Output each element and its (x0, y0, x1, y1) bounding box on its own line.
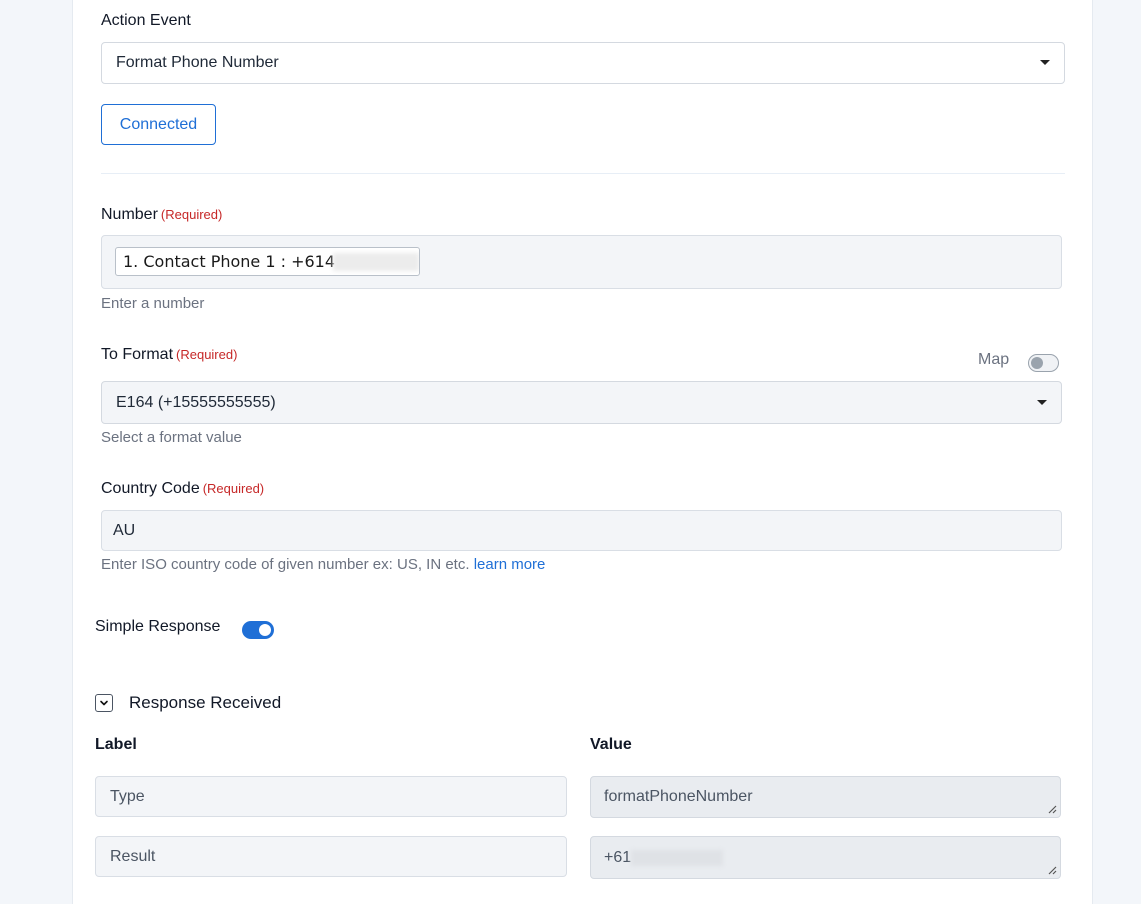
number-required: (Required) (160, 207, 223, 222)
collapse-toggle[interactable] (95, 694, 113, 712)
connected-button[interactable]: Connected (101, 104, 216, 145)
response-label-text: Type (110, 787, 145, 805)
number-label-text: Number (101, 206, 158, 223)
chevron-down-icon (1037, 399, 1047, 405)
simple-response-toggle[interactable] (242, 621, 274, 639)
country-code-required: (Required) (202, 481, 265, 496)
to-format-help: Select a format value (101, 429, 242, 446)
action-event-selected: Format Phone Number (116, 54, 279, 71)
to-format-selected: E164 (+15555555555) (116, 393, 276, 411)
response-row-label: Type (95, 776, 567, 817)
map-toggle[interactable] (1028, 354, 1059, 372)
chevron-down-icon (1040, 60, 1050, 65)
learn-more-link[interactable]: learn more (474, 556, 546, 573)
value-column-header: Value (590, 736, 632, 753)
simple-response-label: Simple Response (95, 618, 221, 635)
redacted-mask (333, 252, 419, 271)
country-code-input[interactable]: AU (101, 510, 1062, 551)
resize-handle-icon[interactable] (1048, 866, 1057, 875)
number-mapped-chip[interactable]: 1. Contact Phone 1 : +614 (115, 247, 420, 276)
country-code-label-text: Country Code (101, 480, 200, 497)
to-format-label-text: To Format (101, 346, 174, 363)
response-value-text: formatPhoneNumber (604, 788, 753, 805)
label-column-header: Label (95, 736, 137, 753)
response-row-value[interactable]: +61 (590, 836, 1061, 879)
country-code-label: Country Code (Required) (101, 480, 264, 498)
action-config-card: Action Event Format Phone Number Connect… (72, 0, 1093, 904)
action-event-select[interactable]: Format Phone Number (101, 42, 1065, 84)
country-code-help-text: Enter ISO country code of given number e… (101, 556, 470, 573)
number-chip-text: 1. Contact Phone 1 : +614 (123, 252, 336, 271)
country-code-help: Enter ISO country code of given number e… (101, 556, 545, 573)
response-row-value[interactable]: formatPhoneNumber (590, 776, 1061, 818)
map-toggle-knob (1031, 356, 1043, 369)
number-label: Number (Required) (101, 206, 222, 224)
response-value-text: +61 (604, 848, 632, 866)
redacted-mask (631, 849, 724, 866)
to-format-label: To Format (Required) (101, 346, 237, 364)
map-label: Map (978, 351, 1010, 368)
to-format-select[interactable]: E164 (+15555555555) (101, 381, 1062, 424)
resize-handle-icon[interactable] (1048, 805, 1057, 814)
response-label-text: Result (110, 847, 156, 865)
section-divider (101, 173, 1065, 174)
number-help: Enter a number (101, 295, 205, 312)
country-code-value: AU (113, 521, 136, 539)
action-event-label: Action Event (101, 12, 191, 29)
response-row-label: Result (95, 836, 567, 877)
chevron-down-icon (100, 700, 108, 706)
to-format-required: (Required) (176, 347, 238, 362)
number-field[interactable]: 1. Contact Phone 1 : +614 (101, 235, 1062, 289)
simple-response-toggle-knob (259, 624, 271, 636)
response-received-title: Response Received (129, 693, 282, 712)
